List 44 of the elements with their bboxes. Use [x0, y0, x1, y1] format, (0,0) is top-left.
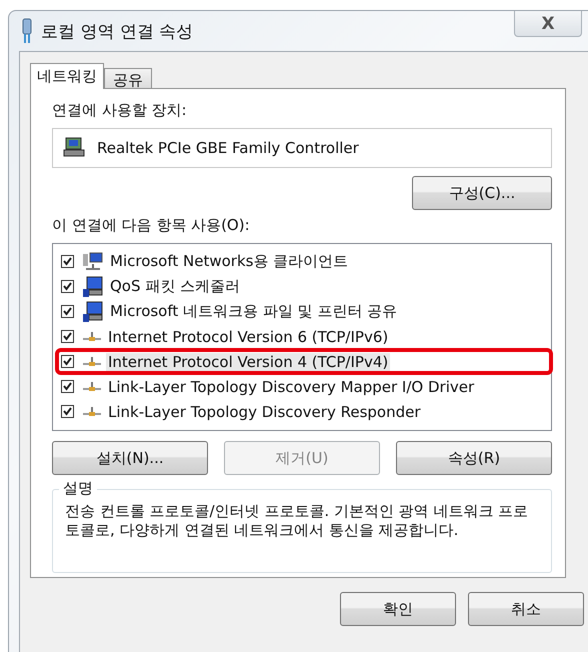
computer-icon — [82, 276, 104, 298]
network-plug-icon — [21, 18, 33, 44]
list-item[interactable]: Internet Protocol Version 6 (TCP/IPv6) — [106, 328, 390, 346]
network-adapter-icon — [63, 137, 87, 159]
items-label: 이 연결에 다음 항목 사용(O): — [52, 216, 251, 235]
configure-button[interactable]: 구성(C)... — [412, 176, 552, 210]
list-item[interactable]: Link-Layer Topology Discovery Mapper I/O Driver — [106, 378, 476, 396]
close-button[interactable]: X — [514, 11, 582, 37]
checkbox[interactable] — [61, 305, 74, 318]
network-connector-icon — [82, 330, 102, 342]
device-label: 연결에 사용할 장치: — [52, 101, 188, 120]
network-computer-icon — [82, 252, 104, 272]
list-item[interactable]: Microsoft Networks용 클라이언트 — [108, 252, 350, 271]
window-title: 로컬 영역 연결 속성 — [41, 20, 194, 42]
checkbox[interactable] — [61, 330, 74, 343]
network-connector-icon — [82, 406, 102, 418]
checkbox[interactable] — [61, 280, 74, 293]
group-title: 설명 — [59, 479, 97, 498]
checkmark-icon — [63, 382, 72, 391]
list-item[interactable]: Internet Protocol Version 4 (TCP/IPv4) — [106, 352, 390, 370]
checkbox[interactable] — [61, 355, 74, 368]
checkbox[interactable] — [61, 255, 74, 268]
network-connector-icon — [82, 380, 102, 392]
list-item[interactable]: Microsoft 네트워크용 파일 및 프린터 공유 — [108, 302, 400, 321]
device-name: Realtek PCIe GBE Family Controller — [97, 139, 359, 157]
checkmark-icon — [63, 357, 72, 366]
checkmark-icon — [63, 332, 72, 341]
checkbox[interactable] — [61, 380, 74, 393]
action-button[interactable]: 설치(N)... — [52, 441, 208, 475]
checkmark-icon — [63, 257, 72, 266]
tab[interactable]: 네트워킹 — [30, 63, 104, 89]
description-text: 전송 컨트롤 프로토콜/인터넷 프로토콜. 기본적인 광역 네트워크 프로토콜로, 다양하게 연결된 네트워크에서 통신을 제공합니다. — [65, 502, 530, 540]
list-item[interactable]: QoS 패킷 스케줄러 — [108, 277, 242, 296]
checkmark-icon — [63, 282, 72, 291]
dialog-button[interactable]: 확인 — [340, 592, 456, 626]
network-connector-icon — [82, 356, 102, 368]
list-item[interactable]: Link-Layer Topology Discovery Responder — [106, 402, 423, 420]
checkmark-icon — [63, 407, 72, 416]
action-button[interactable]: 속성(R) — [396, 441, 552, 475]
tab[interactable]: 공유 — [104, 68, 152, 88]
computer-icon — [82, 300, 104, 322]
checkmark-icon — [63, 307, 72, 316]
checkbox[interactable] — [61, 405, 74, 418]
dialog-button[interactable]: 취소 — [468, 592, 584, 626]
